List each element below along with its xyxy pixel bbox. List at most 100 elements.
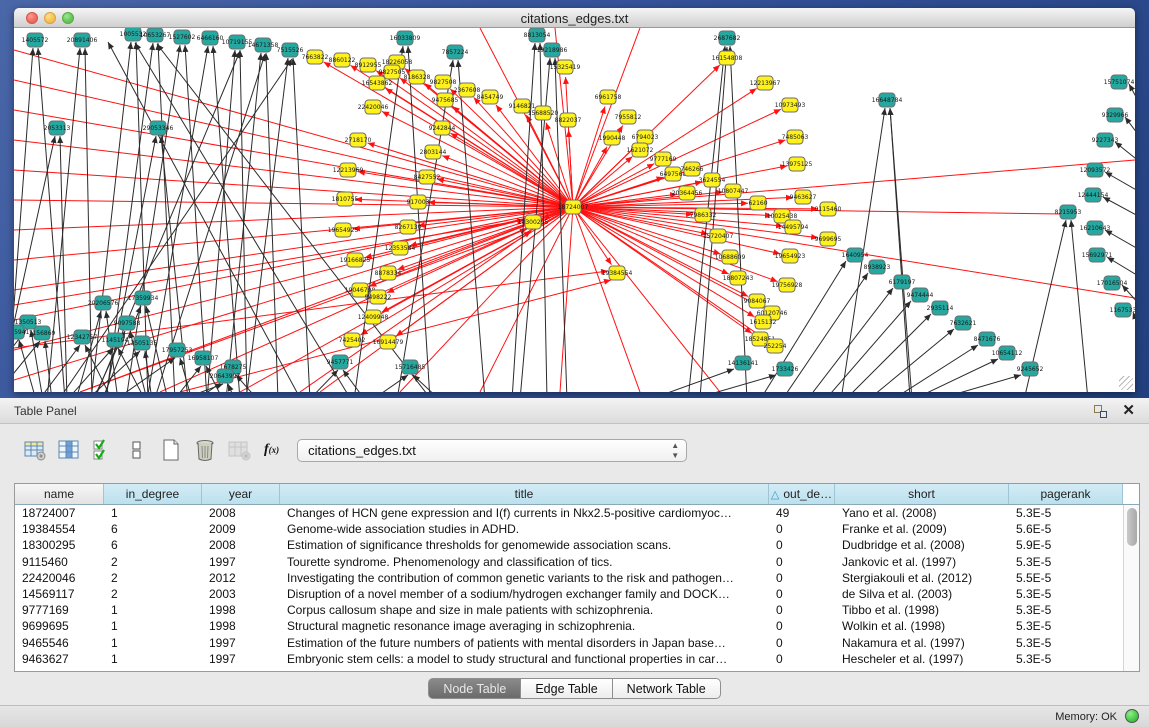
graph-node[interactable]: 16210643 [1080,221,1111,235]
table-cell[interactable]: 5.3E-5 [1009,506,1123,520]
graph-node[interactable]: 2687682 [714,31,741,45]
table-cell[interactable]: Nakamura et al. (1997) [835,636,1009,650]
graph-edge[interactable] [1071,220,1088,392]
graph-edge[interactable] [19,340,36,392]
graph-node[interactable]: 3624554 [699,173,726,187]
graph-node[interactable]: 8454749 [477,90,504,104]
table-cell[interactable]: Wolkin et al. (1998) [835,619,1009,633]
graph-edge[interactable] [1122,285,1135,305]
graph-node[interactable]: 15720407 [703,229,734,243]
table-selector-dropdown[interactable]: citations_edges.txt ▲▼ [297,439,687,462]
table-cell[interactable]: 1998 [202,619,280,633]
graph-node[interactable]: 8215953 [1055,205,1082,219]
graph-edge[interactable] [573,156,632,207]
graph-node[interactable]: 8878334 [375,266,402,280]
graph-node[interactable]: 62160 [748,196,767,210]
graph-node[interactable]: 13975125 [782,157,813,171]
tab-edge-table[interactable]: Edge Table [521,678,612,699]
graph-node[interactable]: 16154808 [712,51,743,65]
graph-edge[interactable] [573,207,640,392]
graph-edge[interactable] [400,207,573,392]
graph-edge[interactable] [1105,172,1135,192]
table-cell[interactable]: Tourette syndrome. Phenomenology and cla… [280,555,769,569]
table-cell[interactable]: 1997 [202,555,280,569]
graph-node[interactable]: 7857224 [442,45,469,59]
resize-grip-icon[interactable] [1119,376,1133,390]
table-row[interactable]: 1456911722003Disruption of a novel membe… [15,586,1123,602]
table-cell[interactable]: 5.3E-5 [1009,555,1123,569]
graph-edge[interactable] [145,351,152,392]
graph-node[interactable]: 14671358 [248,38,279,52]
graph-node[interactable]: 7485063 [782,130,809,144]
table-cell[interactable]: 9777169 [15,603,104,617]
row-height-icon[interactable] [122,435,152,465]
graph-edge[interactable] [892,345,978,392]
table-cell[interactable]: 18300295 [15,538,104,552]
graph-edge[interactable] [935,375,1021,392]
table-cell[interactable]: 49 [769,506,835,520]
table-cell[interactable]: Changes of HCN gene expression and I(f) … [280,506,769,520]
graph-node[interactable]: 2935114 [927,301,954,315]
table-cell[interactable]: 2009 [202,522,280,536]
table-cell[interactable]: 9463627 [15,652,104,666]
graph-node[interactable]: 1990448 [599,131,626,145]
table-cell[interactable]: 0 [769,619,835,633]
graph-node[interactable]: 10807447 [718,184,749,198]
table-row[interactable]: 969969511998Structural magnetic resonanc… [15,618,1123,634]
graph-node[interactable]: 12213969 [333,163,364,177]
table-cell[interactable]: 6 [104,538,202,552]
column-header-title[interactable]: title [280,484,769,504]
table-cell[interactable]: Dudbridge et al. (2008) [835,538,1009,552]
graph-node[interactable]: 252254 [764,339,787,353]
graph-node[interactable]: 15716485 [395,360,426,374]
graph-edge[interactable] [226,53,261,392]
graph-node[interactable]: 7663822 [302,50,329,64]
table-cell[interactable]: 0 [769,603,835,617]
graph-node[interactable]: 746266 [681,162,704,176]
graph-node[interactable]: 8938923 [864,260,891,274]
table-row[interactable]: 977716911998Corpus callosum shape and si… [15,602,1123,618]
table-cell[interactable]: 2003 [202,587,280,601]
graph-node[interactable]: 15325419 [550,60,581,74]
graph-node[interactable]: 8813054 [524,28,551,42]
graph-node[interactable]: 7515526 [277,43,304,57]
graph-node[interactable]: 19384554 [602,266,633,280]
graph-node[interactable]: 14136141 [728,356,759,370]
graph-node[interactable]: 8860122 [329,53,356,67]
graph-edge[interactable] [890,108,912,392]
table-cell[interactable]: 0 [769,587,835,601]
function-builder-icon[interactable]: f(x) [264,442,279,458]
table-cell[interactable]: 0 [769,652,835,666]
network-canvas[interactable]: 1872400788601228912955182260589827505165… [14,28,1135,392]
graph-node[interactable]: 12342757 [67,330,98,344]
graph-edge[interactable] [1107,257,1135,277]
graph-edge[interactable] [60,59,292,392]
graph-node[interactable]: 2803144 [420,145,447,159]
table-cell[interactable]: 6 [104,522,202,536]
table-cell[interactable]: 1 [104,619,202,633]
table-cell[interactable]: 1997 [202,636,280,650]
graph-node[interactable]: 16914479 [373,335,404,349]
graph-node[interactable]: 17016504 [1097,276,1128,290]
table-cell[interactable]: 2008 [202,538,280,552]
scrollbar-thumb[interactable] [1127,508,1137,546]
table-cell[interactable]: 5.3E-5 [1009,603,1123,617]
column-header-in_degree[interactable]: in_degree [104,484,202,504]
table-cell[interactable]: 2 [104,587,202,601]
table-cell[interactable]: 5.6E-5 [1009,522,1123,536]
graph-node[interactable]: 10654112 [992,346,1023,360]
graph-edge[interactable] [228,384,235,392]
table-row[interactable]: 946362711997Embryonic stem cells: a mode… [15,651,1123,667]
graph-edge[interactable] [14,207,573,350]
graph-edge[interactable] [293,58,310,392]
graph-edge[interactable] [1105,230,1135,250]
graph-node[interactable]: 6466160 [197,31,224,45]
graph-edge[interactable] [14,136,55,392]
table-cell[interactable]: 5.3E-5 [1009,636,1123,650]
close-panel-icon[interactable]: ✕ [1122,401,1135,419]
table-cell[interactable]: Genome-wide association studies in ADHD. [280,522,769,536]
column-header-short[interactable]: short [835,484,1009,504]
graph-edge[interactable] [845,314,931,392]
graph-node[interactable]: 12213967 [750,76,781,90]
table-cell[interactable]: 2008 [202,506,280,520]
